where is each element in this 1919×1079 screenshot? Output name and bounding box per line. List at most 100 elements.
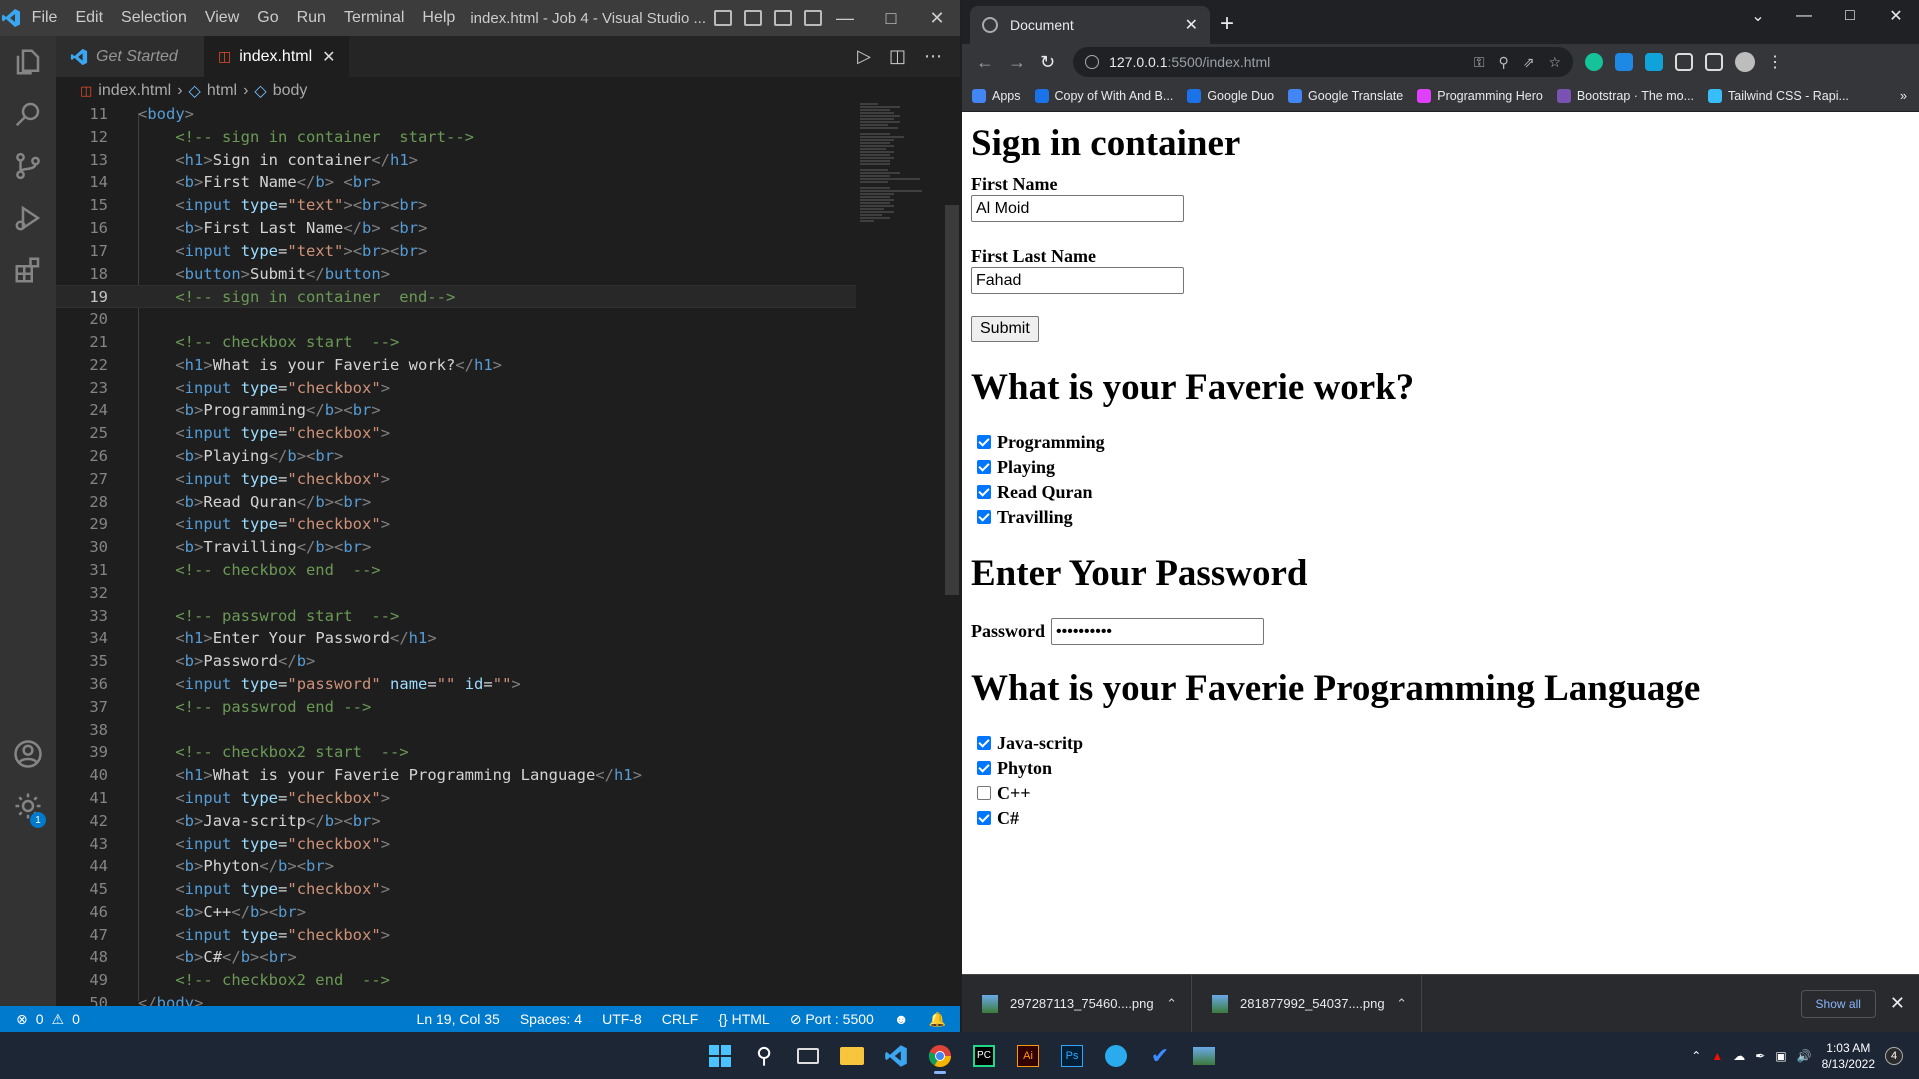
forward-arrow-icon[interactable]: → bbox=[1008, 52, 1026, 73]
tab-index-html[interactable]: ◫ index.html ✕ bbox=[204, 36, 349, 77]
task-view-icon[interactable] bbox=[790, 1038, 826, 1074]
code-line[interactable]: 27 <input type="checkbox"> bbox=[56, 468, 856, 491]
extensions-icon[interactable] bbox=[0, 244, 56, 296]
checkbox-checked[interactable] bbox=[977, 761, 991, 776]
code-line[interactable]: 22 <h1>What is your Faverie work?</h1> bbox=[56, 354, 856, 377]
pycharm-icon[interactable]: PC bbox=[966, 1038, 1002, 1074]
display-icon[interactable]: ▣ bbox=[1775, 1049, 1786, 1063]
checkbox-checked[interactable] bbox=[977, 460, 991, 475]
close-tab-icon[interactable]: ✕ bbox=[1185, 15, 1198, 35]
reload-icon[interactable]: ↻ bbox=[1040, 52, 1055, 73]
code-line[interactable]: 32 bbox=[56, 582, 856, 605]
code-line[interactable]: 31 <!-- checkbox end --> bbox=[56, 559, 856, 582]
minimize-icon[interactable]: — bbox=[1781, 7, 1827, 25]
menu-file[interactable]: File bbox=[23, 9, 67, 27]
line-ending[interactable]: CRLF bbox=[662, 1011, 699, 1028]
code-line[interactable]: 11 <body> bbox=[56, 103, 856, 126]
bookmark-item[interactable]: Copy of With And B... bbox=[1034, 88, 1173, 103]
notifications-bell-icon[interactable]: 🔔 bbox=[929, 1011, 946, 1028]
pen-icon[interactable]: ✒ bbox=[1755, 1049, 1765, 1063]
indentation[interactable]: Spaces: 4 bbox=[520, 1011, 582, 1028]
download-item[interactable]: 281877992_54037....png ⌃ bbox=[1192, 974, 1422, 1033]
maximize-icon[interactable]: □ bbox=[1827, 7, 1873, 25]
menu-terminal[interactable]: Terminal bbox=[335, 9, 413, 27]
code-line[interactable]: 45 <input type="checkbox"> bbox=[56, 878, 856, 901]
run-debug-icon[interactable] bbox=[0, 192, 56, 244]
menu-selection[interactable]: Selection bbox=[112, 9, 196, 27]
minimize-icon[interactable]: — bbox=[822, 8, 868, 29]
new-tab-plus-icon[interactable]: + bbox=[1220, 10, 1234, 38]
code-line[interactable]: 35 <b>Password</b> bbox=[56, 650, 856, 673]
code-line[interactable]: 48 <b>C#</b><br> bbox=[56, 946, 856, 969]
chevron-up-icon[interactable]: ⌃ bbox=[1166, 996, 1177, 1012]
breadcrumb-body[interactable]: body bbox=[273, 82, 308, 100]
code-line[interactable]: 44 <b>Phyton</b><br> bbox=[56, 855, 856, 878]
volume-icon[interactable]: 🔊 bbox=[1797, 1049, 1812, 1063]
vscode-taskbar-icon[interactable] bbox=[878, 1038, 914, 1074]
code-line[interactable]: 37 <!-- passwrod end --> bbox=[56, 696, 856, 719]
menu-go[interactable]: Go bbox=[248, 9, 287, 27]
source-control-icon[interactable] bbox=[0, 140, 56, 192]
code-line[interactable]: 12 <!-- sign in container start--> bbox=[56, 126, 856, 149]
editor-scrollbar[interactable] bbox=[945, 205, 959, 595]
more-actions-icon[interactable]: ⋯ bbox=[924, 46, 942, 67]
problems-indicator[interactable]: ⊗ 0 ⚠ 0 bbox=[0, 1011, 80, 1028]
illustrator-icon[interactable]: Ai bbox=[1010, 1038, 1046, 1074]
extension-teal-icon[interactable] bbox=[1645, 53, 1664, 71]
manage-gear-icon[interactable]: 1 bbox=[0, 780, 56, 832]
breadcrumb-html[interactable]: html bbox=[207, 82, 237, 100]
menu-run[interactable]: Run bbox=[288, 9, 335, 27]
bookmark-item[interactable]: Tailwind CSS - Rapi... bbox=[1708, 88, 1849, 103]
tab-get-started[interactable]: Get Started bbox=[56, 36, 204, 77]
extension-blue-icon[interactable] bbox=[1615, 53, 1634, 71]
submit-button[interactable]: Submit bbox=[971, 316, 1039, 342]
first-name-input[interactable] bbox=[971, 195, 1184, 222]
search-icon[interactable] bbox=[0, 88, 56, 140]
clock[interactable]: 1:03 AM 8/13/2022 bbox=[1822, 1040, 1875, 1072]
run-icon[interactable]: ▷ bbox=[857, 46, 871, 67]
code-line[interactable]: 42 <b>Java-scritp</b><br> bbox=[56, 810, 856, 833]
chrome-menu-icon[interactable]: ⋮ bbox=[1767, 52, 1783, 72]
acrobat-icon[interactable]: ▲ bbox=[1711, 1049, 1723, 1063]
code-line[interactable]: 39 <!-- checkbox2 start --> bbox=[56, 741, 856, 764]
code-line[interactable]: 47 <input type="checkbox"> bbox=[56, 924, 856, 947]
checkbox-checked[interactable] bbox=[977, 811, 991, 826]
code-line[interactable]: 21 <!-- checkbox start --> bbox=[56, 331, 856, 354]
cursor-position[interactable]: Ln 19, Col 35 bbox=[417, 1011, 500, 1028]
windows-start-icon[interactable] bbox=[702, 1038, 738, 1074]
bookmark-item[interactable]: Apps bbox=[972, 88, 1021, 103]
chevron-up-icon[interactable]: ⌃ bbox=[1396, 996, 1407, 1012]
puzzle-icon[interactable] bbox=[1675, 53, 1694, 71]
photoshop-icon[interactable]: Ps bbox=[1054, 1038, 1090, 1074]
code-line[interactable]: 28 <b>Read Quran</b><br> bbox=[56, 491, 856, 514]
breadcrumb-file[interactable]: index.html bbox=[98, 82, 171, 100]
toggle-panel-icon[interactable] bbox=[744, 10, 762, 26]
bookmark-item[interactable]: Programming Hero bbox=[1417, 88, 1543, 103]
code-line[interactable]: 17 <input type="text"><br><br> bbox=[56, 240, 856, 263]
back-arrow-icon[interactable]: ← bbox=[976, 52, 994, 73]
code-line[interactable]: 33 <!-- passwrod start --> bbox=[56, 605, 856, 628]
checkbox-unchecked[interactable] bbox=[977, 786, 991, 801]
maximize-icon[interactable]: □ bbox=[868, 8, 914, 29]
split-editor-icon[interactable]: ◫ bbox=[889, 46, 906, 67]
code-line[interactable]: 16 <b>First Last Name</b> <br> bbox=[56, 217, 856, 240]
telegram-icon[interactable] bbox=[1098, 1038, 1134, 1074]
show-all-downloads-button[interactable]: Show all bbox=[1800, 989, 1876, 1018]
code-line[interactable]: 36 <input type="password" name="" id=""> bbox=[56, 673, 856, 696]
code-line[interactable]: 19 <!-- sign in container end--> bbox=[56, 285, 856, 309]
accounts-icon[interactable] bbox=[0, 728, 56, 780]
browser-tab-document[interactable]: Document ✕ bbox=[970, 6, 1210, 44]
chevron-up-icon[interactable]: ⌃ bbox=[1691, 1049, 1701, 1063]
code-line[interactable]: 38 bbox=[56, 719, 856, 742]
menu-edit[interactable]: Edit bbox=[66, 9, 112, 27]
close-icon[interactable]: ✕ bbox=[914, 8, 960, 29]
bookmark-item[interactable]: Google Duo bbox=[1187, 88, 1274, 103]
photos-icon[interactable] bbox=[1186, 1038, 1222, 1074]
code-line[interactable]: 43 <input type="checkbox"> bbox=[56, 833, 856, 856]
code-line[interactable]: 41 <input type="checkbox"> bbox=[56, 787, 856, 810]
code-line[interactable]: 24 <b>Programming</b><br> bbox=[56, 399, 856, 422]
grammarly-icon[interactable] bbox=[1585, 53, 1604, 71]
checkbox-checked[interactable] bbox=[977, 435, 991, 450]
onedrive-cloud-icon[interactable]: ☁ bbox=[1733, 1049, 1745, 1063]
close-icon[interactable]: ✕ bbox=[1873, 6, 1919, 26]
